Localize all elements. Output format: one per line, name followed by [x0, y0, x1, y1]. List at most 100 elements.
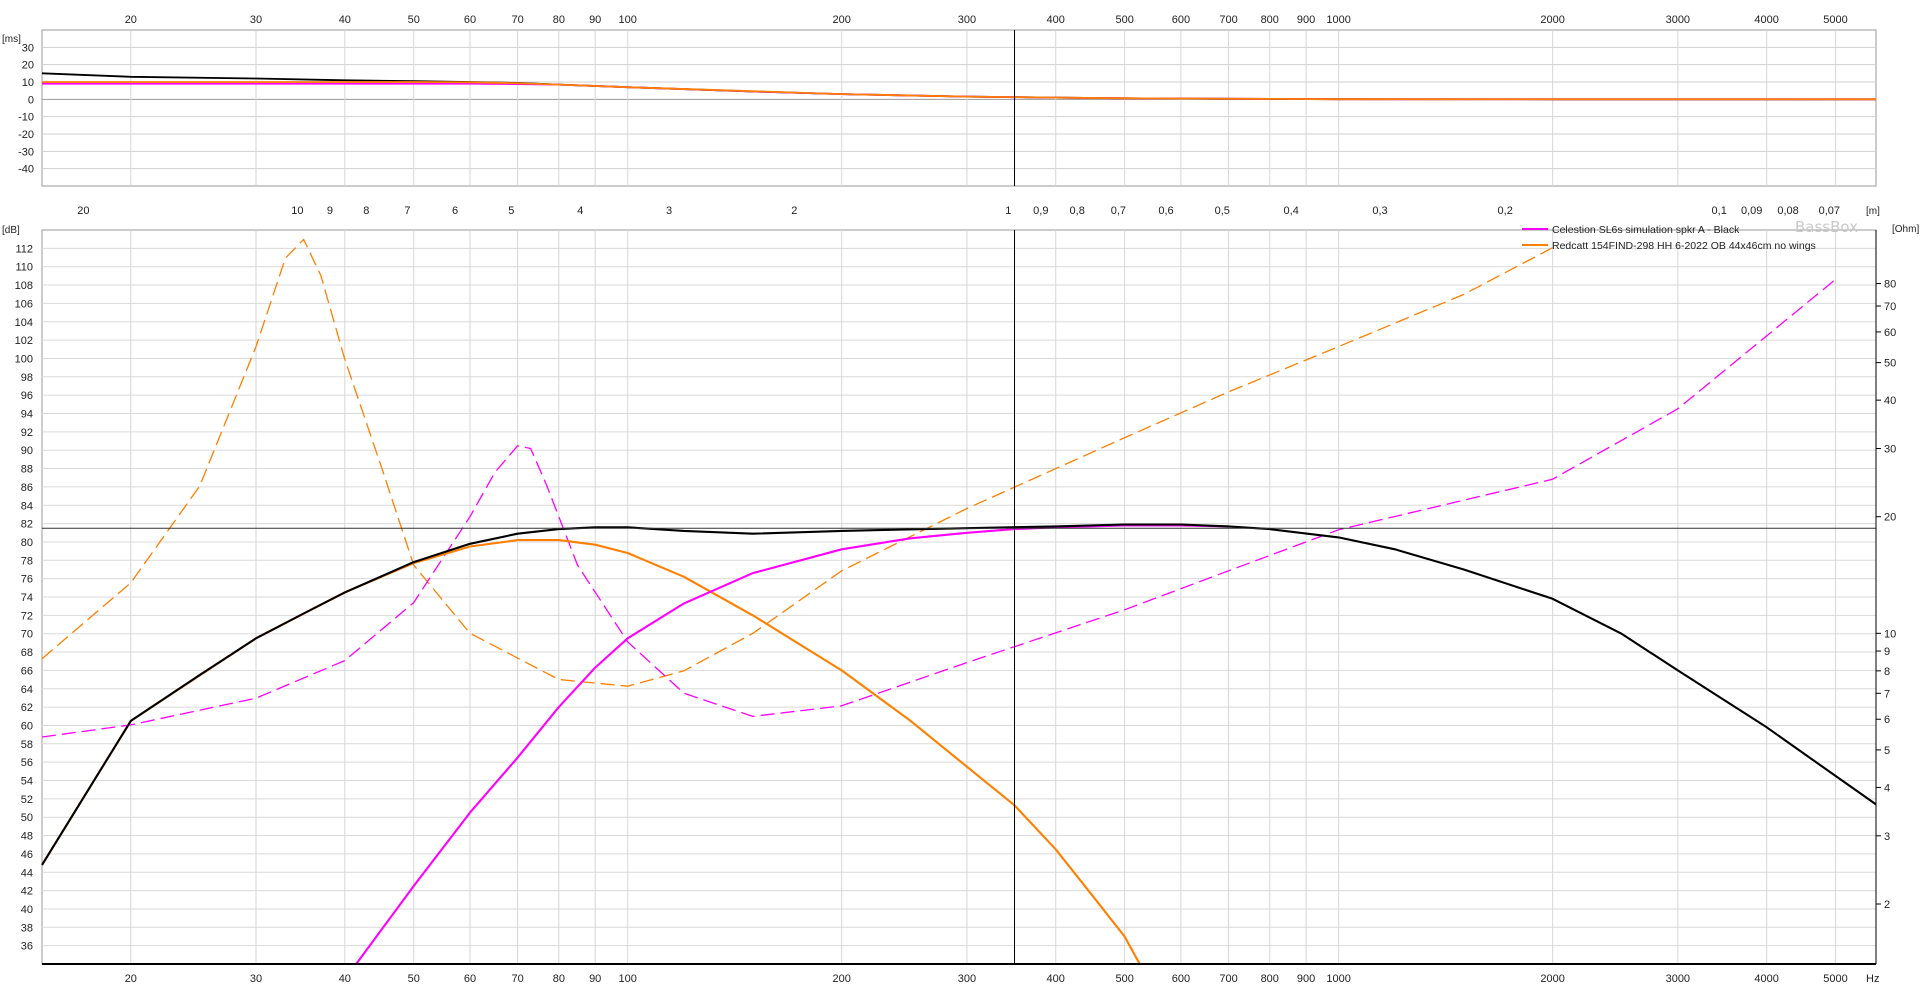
wavelength-tick-label: 0,7 — [1111, 205, 1126, 217]
wavelength-tick-label: 2 — [791, 205, 797, 217]
wavelength-tick-label: 8 — [363, 205, 369, 217]
spl-y-tick-label: 42 — [21, 886, 33, 898]
impedance-tick-label: 7 — [1884, 688, 1890, 700]
group-delay-y-tick-label: -40 — [18, 164, 34, 176]
group-delay-freq-tick-label: 700 — [1219, 14, 1237, 26]
wavelength-tick-label: 0,09 — [1741, 205, 1762, 217]
impedance-tick-label: 30 — [1884, 444, 1896, 456]
wavelength-tick-label: 0,4 — [1284, 205, 1299, 217]
group-delay-freq-tick-label: 300 — [958, 14, 976, 26]
spl-y-tick-label: 112 — [15, 243, 33, 255]
spl-y-tick-label: 102 — [15, 335, 33, 347]
group-delay-freq-tick-label: 50 — [408, 14, 420, 26]
group-delay-freq-tick-label: 100 — [619, 14, 637, 26]
group-delay-freq-tick-label: 40 — [339, 14, 351, 26]
spl-y-tick-label: 60 — [21, 720, 33, 732]
spl-y-tick-label: 48 — [21, 831, 33, 843]
wavelength-tick-label: 20 — [77, 205, 89, 217]
spl-y-tick-label: 38 — [21, 922, 33, 934]
spl-y-tick-label: 46 — [21, 849, 33, 861]
spl-y-tick-label: 88 — [21, 464, 33, 476]
wavelength-tick-label: 3 — [666, 205, 672, 217]
spl-y-tick-label: 68 — [21, 647, 33, 659]
spl-freq-tick-label: 3000 — [1666, 973, 1690, 985]
group-delay-freq-tick-label: 500 — [1115, 14, 1133, 26]
group-delay-freq-tick-label: 4000 — [1754, 14, 1778, 26]
spl-freq-tick-label: 800 — [1261, 973, 1279, 985]
wavelength-tick-label: 4 — [577, 205, 583, 217]
spl-grid: 1121101081061041021009896949290888684828… — [2, 205, 1919, 985]
group-delay-freq-tick-label: 30 — [250, 14, 262, 26]
spl-freq-tick-label: 60 — [464, 973, 476, 985]
spl-y-tick-label: 62 — [21, 702, 33, 714]
group-delay-plot-frame — [41, 29, 1877, 187]
spl-freq-tick-label: 5000 — [1823, 973, 1847, 985]
impedance-tick-label: 10 — [1884, 628, 1896, 640]
spl-freq-tick-label: 600 — [1172, 973, 1190, 985]
spl-y-tick-label: 104 — [15, 317, 33, 329]
wavelength-tick-label: 0,2 — [1498, 205, 1513, 217]
spl-y-tick-label: 106 — [15, 298, 33, 310]
spl-y-tick-label: 100 — [15, 353, 33, 365]
impedance-tick-label: 60 — [1884, 327, 1896, 339]
spl-y-tick-label: 66 — [21, 665, 33, 677]
wavelength-tick-label: 0,9 — [1033, 205, 1048, 217]
spl-y-unit-label: [dB] — [2, 225, 20, 236]
group-delay-freq-tick-label: 600 — [1172, 14, 1190, 26]
group-delay-freq-tick-label: 3000 — [1666, 14, 1690, 26]
wavelength-tick-label: 0,8 — [1070, 205, 1085, 217]
wavelength-tick-label: 0,1 — [1712, 205, 1727, 217]
spl-y-tick-label: 96 — [21, 390, 33, 402]
legend-label: Redcatt 154FIND-298 HH 6-2022 OB 44x46cm… — [1552, 240, 1816, 252]
spl-y-tick-label: 64 — [21, 684, 33, 696]
wavelength-tick-label: 6 — [452, 205, 458, 217]
spl-y-tick-label: 36 — [21, 941, 33, 953]
spl-freq-tick-label: 90 — [589, 973, 601, 985]
spl-y-tick-label: 82 — [21, 519, 33, 531]
spl-freq-tick-label: 500 — [1115, 973, 1133, 985]
spl-y-tick-label: 84 — [21, 500, 33, 512]
spl-y-tick-label: 110 — [15, 262, 33, 274]
group-delay-freq-tick-label: 1000 — [1326, 14, 1350, 26]
spl-freq-tick-label: 2000 — [1540, 973, 1564, 985]
spl-y-tick-label: 74 — [21, 592, 33, 604]
impedance-tick-label: 6 — [1884, 714, 1890, 726]
spl-y-tick-label: 98 — [21, 372, 33, 384]
group-delay-y-tick-label: 20 — [22, 60, 34, 72]
spl-y-tick-label: 44 — [21, 867, 33, 879]
impedance-tick-label: 9 — [1884, 646, 1890, 658]
wavelength-tick-label: 0,3 — [1372, 205, 1387, 217]
chart-area: 30 20 10 0 -10 -20 -30 -40 20 30 40 50 60 70 80 90 100 20… — [0, 0, 1920, 1000]
spl-freq-tick-label: 1000 — [1326, 973, 1350, 985]
spl-freq-tick-label: 700 — [1219, 973, 1237, 985]
impedance-tick-label: 3 — [1884, 831, 1890, 843]
spl-freq-tick-label: 70 — [511, 973, 523, 985]
spl-y-tick-label: 90 — [21, 445, 33, 457]
wavelength-tick-label: 0,5 — [1215, 205, 1230, 217]
spl-y-tick-label: 92 — [21, 427, 33, 439]
group-delay-y-tick-label: 30 — [22, 42, 34, 54]
spl-freq-tick-label: 50 — [408, 973, 420, 985]
frequency-unit-label: Hz — [1866, 973, 1879, 985]
spl-freq-tick-label: 30 — [250, 973, 262, 985]
wavelength-tick-label: 10 — [291, 205, 303, 217]
watermark: BassBox — [1795, 218, 1858, 236]
spl-freq-tick-label: 20 — [125, 973, 137, 985]
spl-freq-tick-label: 40 — [339, 973, 351, 985]
spl-y-tick-label: 56 — [21, 757, 33, 769]
impedance-tick-label: 70 — [1884, 301, 1896, 313]
impedance-tick-label: 2 — [1884, 899, 1890, 911]
wavelength-unit-label: [m] — [1866, 206, 1880, 217]
group-delay-freq-tick-label: 2000 — [1540, 14, 1564, 26]
impedance-tick-label: 40 — [1884, 395, 1896, 407]
group-delay-freq-tick-label: 20 — [125, 14, 137, 26]
impedance-tick-label: 8 — [1884, 666, 1890, 678]
impedance-tick-label: 4 — [1884, 782, 1890, 794]
group-delay-y-tick-label: 0 — [28, 94, 34, 106]
impedance-tick-label: 20 — [1884, 512, 1896, 524]
wavelength-tick-label: 9 — [327, 205, 333, 217]
wavelength-tick-label: 7 — [404, 205, 410, 217]
spl-y-tick-label: 78 — [21, 555, 33, 567]
wavelength-tick-label: 0,6 — [1158, 205, 1173, 217]
spl-freq-tick-label: 100 — [619, 973, 637, 985]
